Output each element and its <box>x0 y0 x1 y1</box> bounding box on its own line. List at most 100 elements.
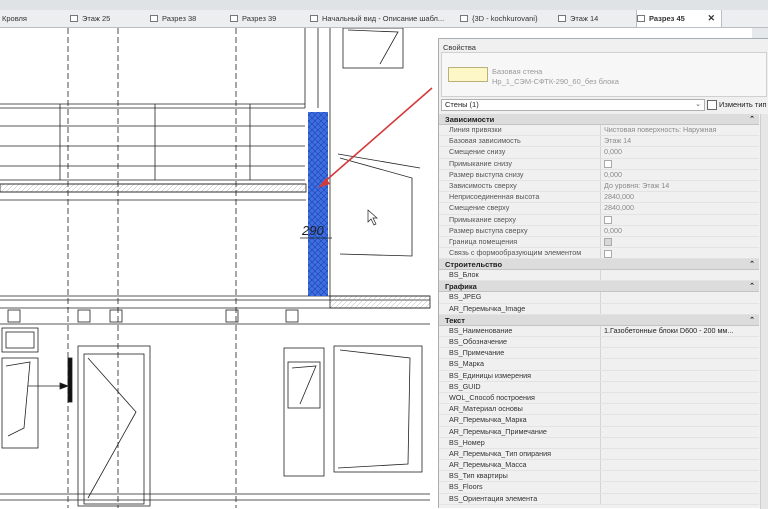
property-value[interactable] <box>600 248 759 259</box>
dimension-label[interactable]: 290 <box>301 223 324 238</box>
properties-scrollbar[interactable] <box>760 114 768 509</box>
property-value[interactable] <box>600 214 759 225</box>
close-tab-icon[interactable]: ✕ <box>707 13 721 24</box>
property-row[interactable]: AR_Перемычка_Масса <box>439 460 759 472</box>
property-value[interactable] <box>600 348 759 359</box>
instance-filter-dropdown[interactable]: Стены (1) ⌄ <box>441 99 705 111</box>
type-selector[interactable]: Базовая стена Нр_1_СЭМ-СФТК-290_60_без б… <box>441 52 767 97</box>
property-value[interactable] <box>600 426 759 437</box>
property-value[interactable] <box>600 448 759 460</box>
edit-type-button[interactable]: Изменить тип <box>707 99 768 111</box>
property-row[interactable]: Базовая зависимость Этаж 14 <box>439 136 759 148</box>
property-name: Смещение сверху <box>449 203 510 213</box>
property-row[interactable]: Примыкание снизу <box>439 158 759 170</box>
property-value[interactable] <box>600 471 759 482</box>
property-value[interactable] <box>600 236 759 248</box>
property-value[interactable]: 2840,000 <box>600 192 759 203</box>
property-row[interactable]: Зависимость сверху До уровня: Этаж 14 <box>439 180 759 193</box>
property-row[interactable]: BS_Наименование 1.Газобетонные блоки D600… <box>439 325 759 337</box>
property-value[interactable]: 0,000 <box>600 169 759 180</box>
property-row[interactable]: Смещение снизу 0,000 <box>439 147 759 159</box>
property-row[interactable]: Связь с формообразующим элементом <box>439 248 759 260</box>
section-icon <box>230 15 238 22</box>
collapse-icon[interactable]: ⌃ <box>749 114 755 125</box>
property-row[interactable]: BS_Floors <box>439 482 759 494</box>
property-row[interactable]: BS_JPEG <box>439 292 759 304</box>
tab-section-38[interactable]: Разрез 38 <box>150 10 226 27</box>
property-value[interactable]: 1.Газобетонные блоки D600 - 200 мм... <box>600 325 759 336</box>
property-value[interactable] <box>600 392 759 404</box>
checkbox[interactable] <box>604 249 612 258</box>
property-row[interactable]: AR_Материал основы <box>439 404 759 416</box>
checkbox[interactable] <box>604 216 612 225</box>
property-row[interactable]: BS_Обозначение <box>439 337 759 349</box>
property-row[interactable]: Примыкание сверху <box>439 214 759 226</box>
property-name: BS_Ориентация элемента <box>449 493 538 503</box>
property-value[interactable]: Чистовая поверхность: Наружная <box>600 125 759 136</box>
property-value[interactable]: Этаж 14 <box>600 136 759 147</box>
section-header[interactable]: Текст ⌃ <box>439 314 759 326</box>
property-value[interactable] <box>600 370 759 381</box>
property-row[interactable]: BS_Ориентация элемента <box>439 493 759 505</box>
section-header[interactable]: Строительство ⌃ <box>439 259 759 271</box>
section-header[interactable]: Зависимости ⌃ <box>439 114 759 125</box>
property-value[interactable] <box>600 337 759 348</box>
property-value[interactable] <box>600 359 759 370</box>
chevron-down-icon: ⌄ <box>695 101 701 108</box>
property-value[interactable] <box>600 270 759 281</box>
property-row[interactable]: Размер выступа сверху 0,000 <box>439 225 759 237</box>
section-icon <box>150 15 158 22</box>
property-value[interactable]: 0,000 <box>600 147 759 158</box>
property-name: Неприсоединенная высота <box>449 192 540 202</box>
property-value[interactable] <box>600 437 759 448</box>
property-value[interactable] <box>600 460 759 471</box>
property-row[interactable]: BS_GUID <box>439 381 759 393</box>
property-row[interactable]: Неприсоединенная высота 2840,000 <box>439 192 759 204</box>
checkbox[interactable] <box>604 160 612 169</box>
property-row[interactable]: AR_Перемычка_Примечание <box>439 426 759 438</box>
tab-section-39[interactable]: Разрез 39 <box>230 10 306 27</box>
property-value[interactable] <box>600 303 759 314</box>
property-value[interactable]: 2840,000 <box>600 203 759 214</box>
property-value[interactable] <box>600 415 759 426</box>
property-row[interactable]: BS_Блок <box>439 270 759 282</box>
property-row[interactable]: BS_Единицы измерения <box>439 370 759 382</box>
property-value[interactable] <box>600 292 759 303</box>
property-row[interactable]: BS_Номер <box>439 437 759 449</box>
tab-section-45[interactable]: Разрез 45 ✕ <box>636 10 722 27</box>
property-row[interactable]: AR_Перемычка_Image <box>439 303 759 315</box>
property-value[interactable] <box>600 158 759 169</box>
property-value[interactable] <box>600 482 759 493</box>
property-name: BS_Наименование <box>449 325 513 335</box>
collapse-icon[interactable]: ⌃ <box>749 315 755 326</box>
collapse-icon[interactable]: ⌃ <box>749 259 755 270</box>
property-value[interactable] <box>600 381 759 392</box>
collapse-icon[interactable]: ⌃ <box>749 281 755 292</box>
property-row[interactable]: AR_Перемычка_Марка <box>439 415 759 427</box>
property-row[interactable]: BS_Тип квартиры <box>439 471 759 483</box>
tab-roof[interactable]: Кровля <box>2 10 66 27</box>
property-value[interactable] <box>600 493 759 504</box>
tab-start-view[interactable]: Начальный вид - Описание шабл... <box>310 10 452 27</box>
property-value[interactable] <box>600 404 759 415</box>
tab-floor-25[interactable]: Этаж 25 <box>70 10 146 27</box>
tab-label: Разрез 38 <box>162 14 197 23</box>
property-row[interactable]: BS_Марка <box>439 359 759 371</box>
property-row[interactable]: BS_Примечание <box>439 348 759 360</box>
property-row[interactable]: Размер выступа снизу 0,000 <box>439 169 759 181</box>
property-name: Смещение снизу <box>449 147 506 157</box>
property-row[interactable]: Линия привязки Чистовая поверхность: Нару… <box>439 125 759 137</box>
property-row[interactable]: Граница помещения <box>439 236 759 249</box>
tab-label: Начальный вид - Описание шабл... <box>322 14 445 23</box>
checkbox[interactable] <box>604 238 612 247</box>
property-row[interactable]: Смещение сверху 2840,000 <box>439 203 759 215</box>
section-header[interactable]: Графика ⌃ <box>439 281 759 293</box>
property-value[interactable]: До уровня: Этаж 14 <box>600 180 759 192</box>
property-row[interactable]: WOL_Способ построения <box>439 392 759 405</box>
property-value[interactable]: 0,000 <box>600 225 759 236</box>
tab-floor-14[interactable]: Этаж 14 <box>558 10 630 27</box>
tab-3d-view[interactable]: {3D - kochkurovani} <box>460 10 552 27</box>
property-row[interactable]: AR_Перемычка_Тип опирания <box>439 448 759 461</box>
section-linework <box>0 28 431 508</box>
selected-wall-hatch <box>308 112 328 296</box>
